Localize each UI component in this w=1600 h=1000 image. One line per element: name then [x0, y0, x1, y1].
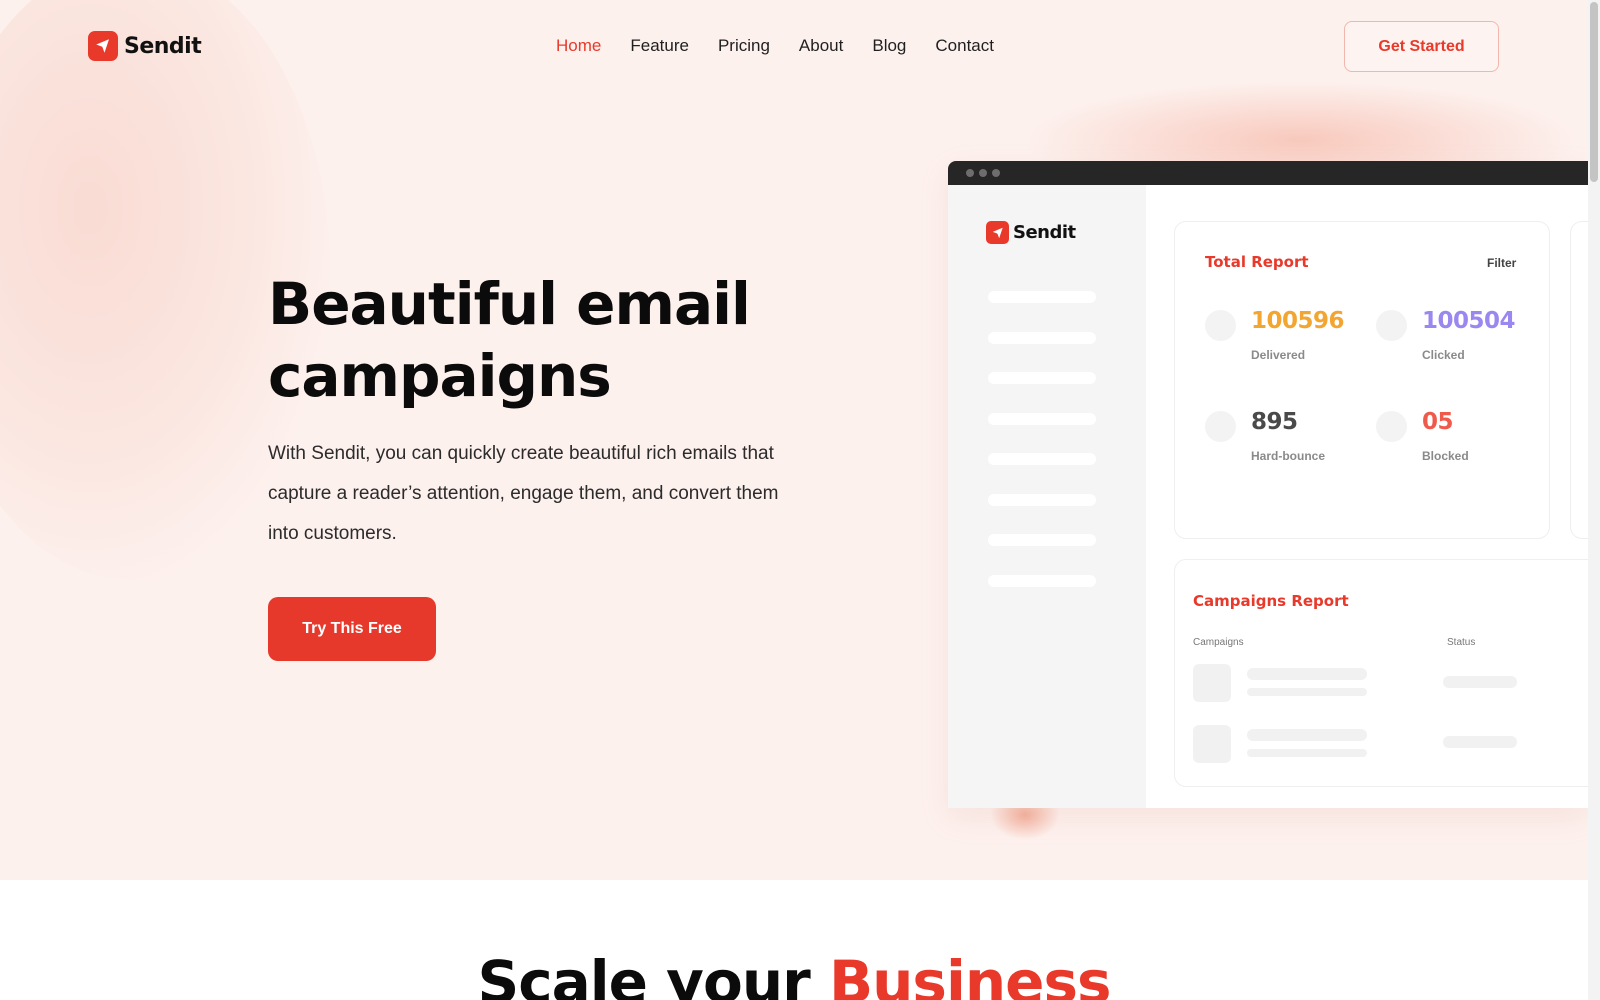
sidebar-placeholder: [988, 453, 1096, 465]
dashboard-logo-text: Sendit: [1013, 222, 1076, 243]
dashboard-sidebar: Sendit: [948, 185, 1146, 808]
nav-home[interactable]: Home: [556, 36, 601, 56]
campaigns-report-title: Campaigns Report: [1193, 592, 1349, 610]
sidebar-placeholder: [988, 332, 1096, 344]
secondary-card: [1570, 221, 1588, 539]
stat-value: 895: [1251, 409, 1298, 435]
filter-button[interactable]: Filter: [1487, 256, 1516, 270]
campaign-thumbnail: [1193, 725, 1231, 763]
sidebar-placeholder: [988, 534, 1096, 546]
paper-plane-icon: [88, 31, 118, 61]
stat-icon: [1205, 310, 1236, 341]
window-titlebar: [948, 161, 1588, 185]
stat-label: Clicked: [1422, 348, 1465, 362]
total-report-title: Total Report: [1205, 253, 1309, 271]
campaign-name-placeholder: [1247, 668, 1367, 680]
dashboard-logo: Sendit: [986, 221, 1076, 244]
sidebar-placeholder: [988, 575, 1096, 587]
scrollbar-thumb[interactable]: [1590, 2, 1598, 182]
site-logo[interactable]: Sendit: [88, 31, 202, 61]
window-dot-icon: [966, 169, 974, 177]
column-header-campaigns: Campaigns: [1193, 637, 1244, 648]
stat-delivered: 100596 Delivered: [1205, 308, 1375, 368]
window-dot-icon: [979, 169, 987, 177]
stat-label: Delivered: [1251, 348, 1306, 362]
page-scrollbar[interactable]: [1588, 0, 1600, 1000]
sidebar-placeholder: [988, 494, 1096, 506]
stat-value: 100504: [1422, 308, 1516, 334]
section-heading-accent: Business: [828, 948, 1112, 1000]
hero-subtext: With Sendit, you can quickly create beau…: [268, 443, 779, 544]
nav-blog[interactable]: Blog: [872, 36, 906, 56]
campaign-thumbnail: [1193, 664, 1231, 702]
sidebar-placeholder: [988, 291, 1096, 303]
stat-icon: [1376, 310, 1407, 341]
section-heading-main: Scale your: [477, 948, 829, 1000]
nav-feature[interactable]: Feature: [630, 36, 689, 56]
campaign-meta-placeholder: [1247, 688, 1367, 696]
stat-blocked: 05 Blocked: [1376, 409, 1546, 469]
sidebar-placeholder: [988, 372, 1096, 384]
total-report-card: Total Report Filter 100596 Delivered 100…: [1174, 221, 1550, 539]
stat-clicked: 100504 Clicked: [1376, 308, 1546, 368]
section-heading: Scale your Business: [0, 948, 1588, 1000]
stat-hard-bounce: 895 Hard-bounce: [1205, 409, 1375, 469]
campaign-name-placeholder: [1247, 729, 1367, 741]
stat-label: Hard-bounce: [1251, 449, 1326, 463]
logo-text: Sendit: [124, 33, 202, 59]
status-placeholder: [1443, 676, 1517, 688]
nav-pricing[interactable]: Pricing: [718, 36, 770, 56]
stat-label: Blocked: [1422, 449, 1469, 463]
nav-contact[interactable]: Contact: [935, 36, 994, 56]
get-started-button[interactable]: Get Started: [1344, 21, 1499, 72]
hero-headline: Beautiful email campaigns: [268, 270, 751, 410]
try-free-button[interactable]: Try This Free: [268, 597, 436, 661]
stat-icon: [1376, 411, 1407, 442]
dashboard-preview: Sendit Total Report Filter 100596 Delive…: [948, 161, 1588, 808]
main-nav: Home Feature Pricing About Blog Contact: [556, 36, 994, 56]
stat-value: 100596: [1251, 308, 1345, 334]
nav-about[interactable]: About: [799, 36, 843, 56]
sidebar-placeholder: [988, 413, 1096, 425]
campaigns-report-card: Campaigns Report Campaigns Status: [1174, 559, 1588, 787]
hero-section: Sendit Home Feature Pricing About Blog C…: [0, 0, 1600, 880]
status-placeholder: [1443, 736, 1517, 748]
column-header-status: Status: [1447, 637, 1476, 648]
stat-icon: [1205, 411, 1236, 442]
stat-value: 05: [1422, 409, 1454, 435]
paper-plane-icon: [986, 221, 1009, 244]
window-dot-icon: [992, 169, 1000, 177]
campaign-meta-placeholder: [1247, 749, 1367, 757]
